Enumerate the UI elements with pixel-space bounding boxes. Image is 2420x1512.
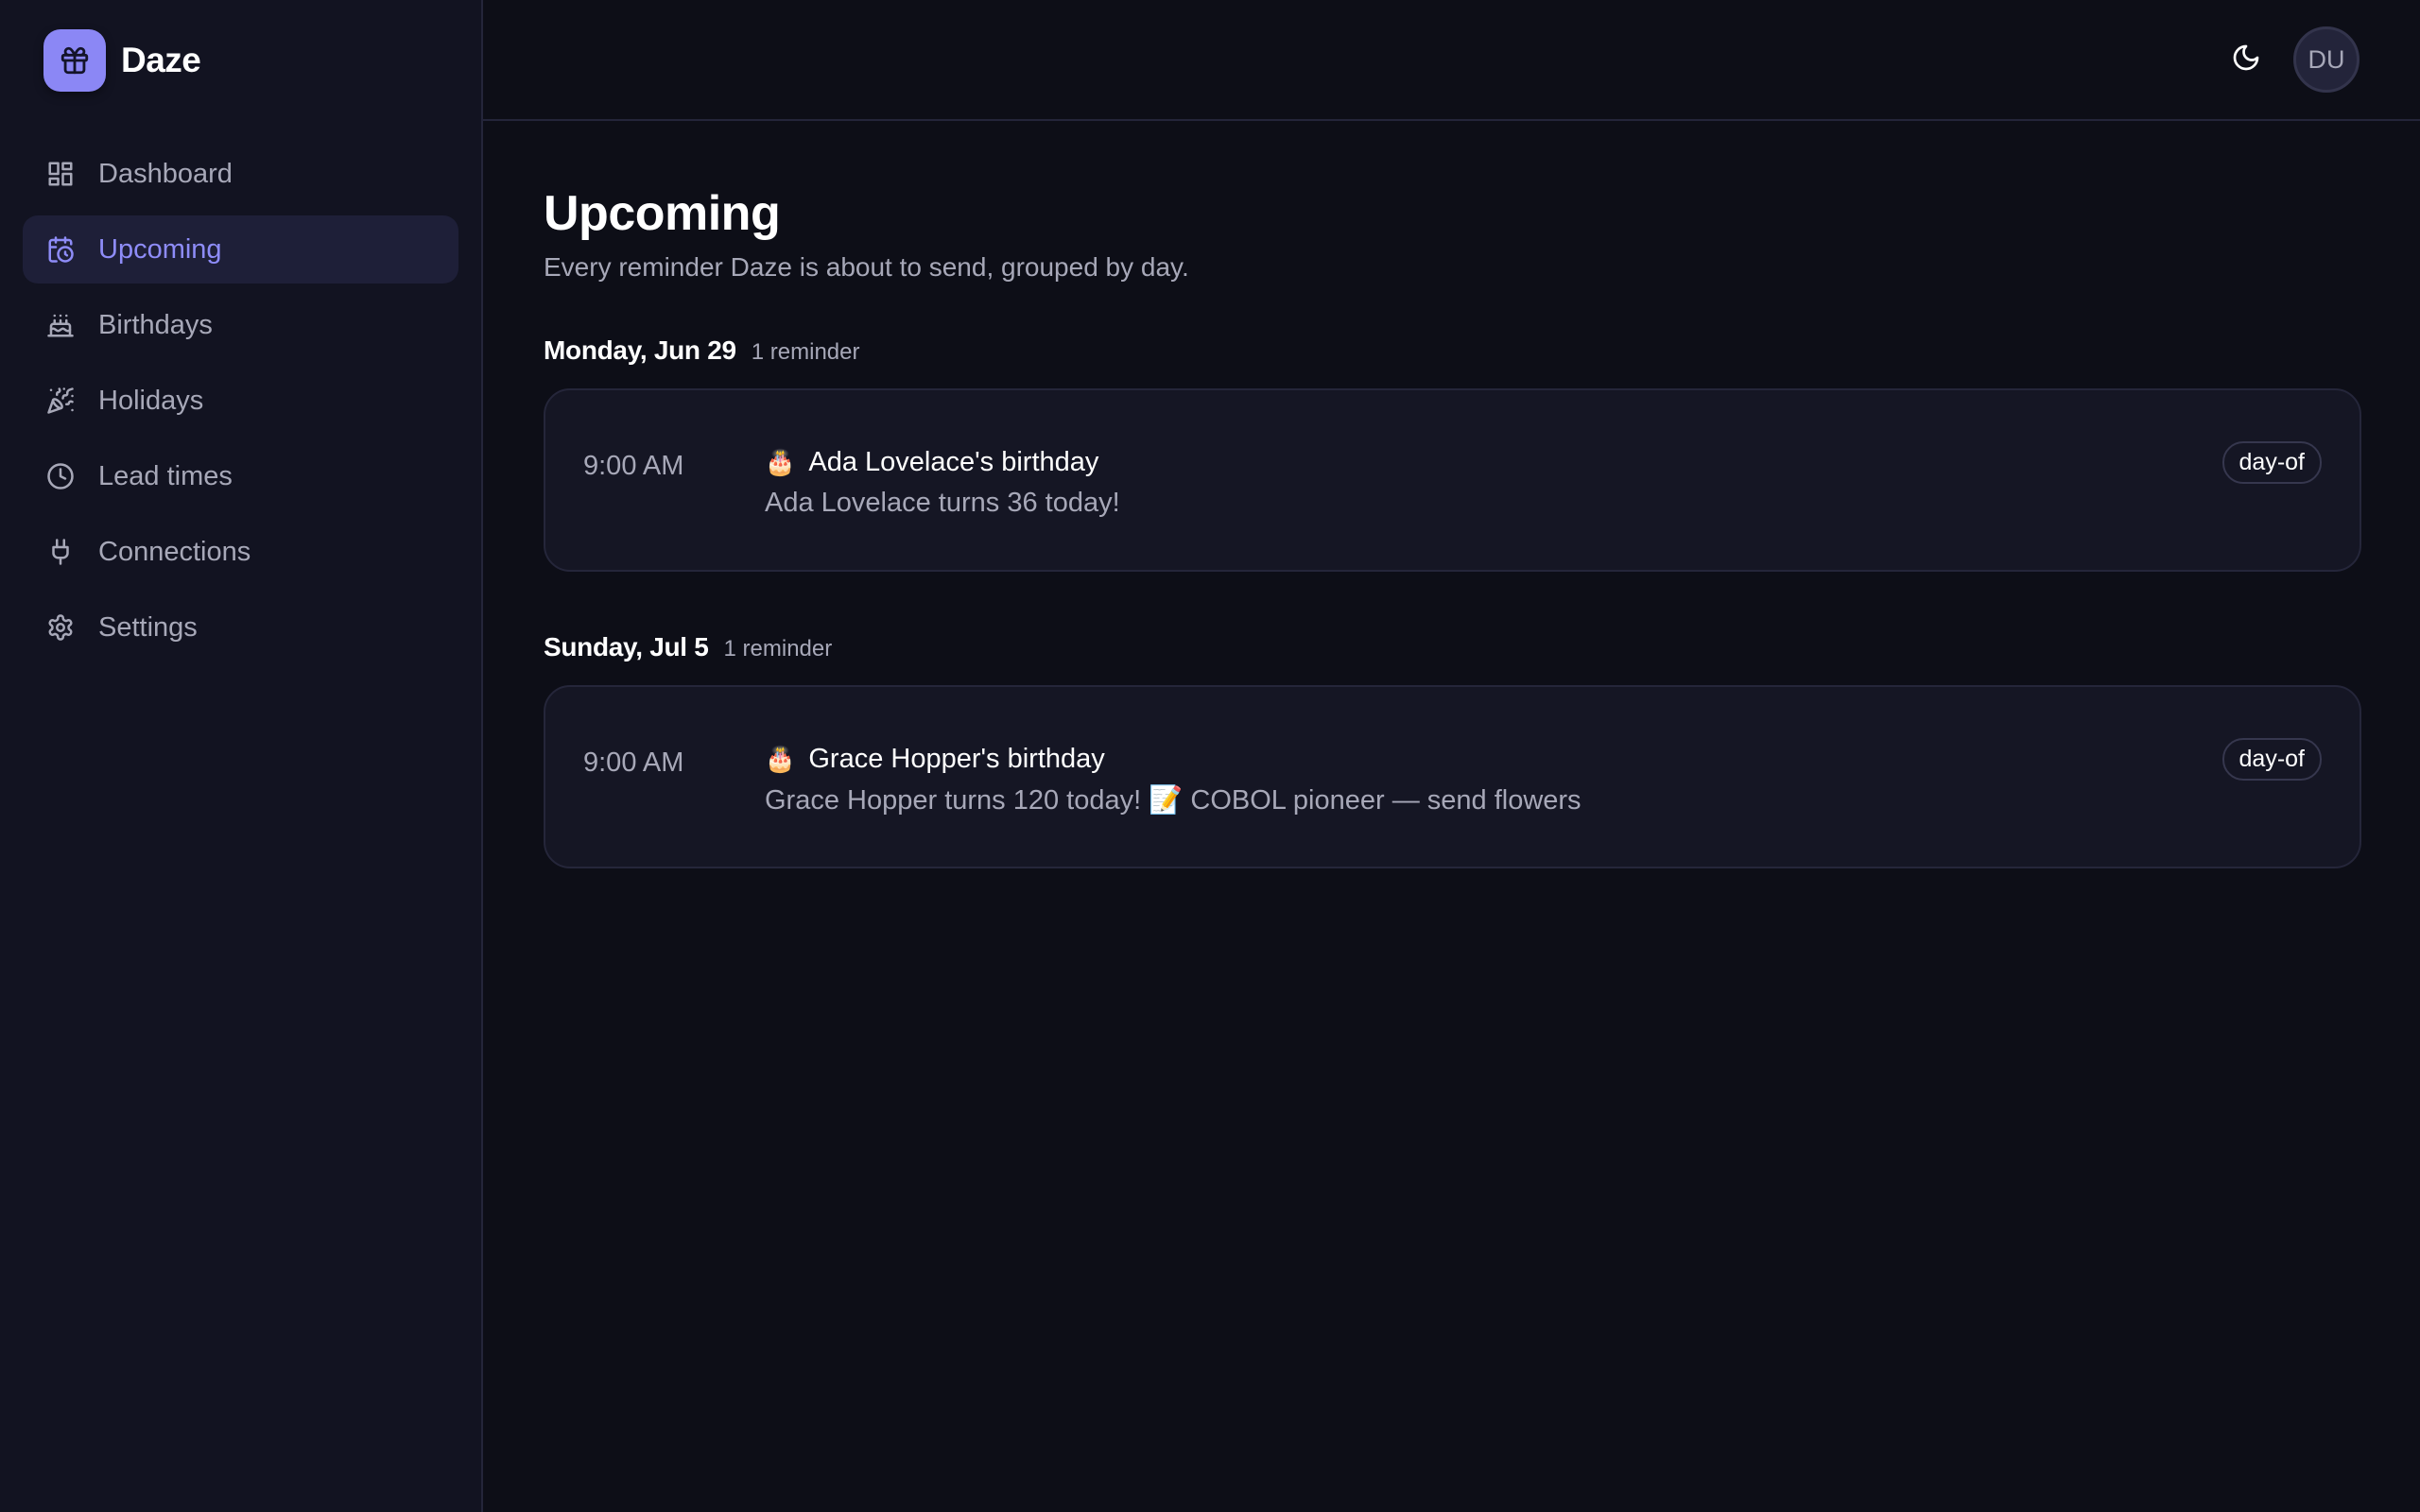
main-area: DU Upcoming Every reminder Daze is about… xyxy=(483,0,2420,1512)
sidebar-item-birthdays[interactable]: Birthdays xyxy=(23,291,458,359)
sidebar-item-settings[interactable]: Settings xyxy=(23,593,458,662)
group-header: Monday, Jun 29 1 reminder xyxy=(544,335,2361,366)
sidebar-item-connections[interactable]: Connections xyxy=(23,518,458,586)
sidebar-item-label: Dashboard xyxy=(98,158,233,189)
reminder-description: Ada Lovelace turns 36 today! xyxy=(765,488,1120,519)
reminder-title-row: 🎂 Grace Hopper's birthday xyxy=(765,744,2322,775)
reminder-card[interactable]: 9:00 AM 🎂 Ada Lovelace's birthday Ada Lo… xyxy=(544,388,2361,573)
brand[interactable]: Daze xyxy=(0,0,481,121)
sidebar-item-label: Connections xyxy=(98,536,251,567)
theme-toggle-button[interactable] xyxy=(2220,33,2273,86)
status-badge: day-of xyxy=(2221,738,2322,782)
reminder-title-row: 🎂 Ada Lovelace's birthday xyxy=(765,447,2322,478)
reminder-time: 9:00 AM xyxy=(583,451,684,482)
dashboard-icon xyxy=(45,159,76,189)
page-subtitle: Every reminder Daze is about to send, gr… xyxy=(544,252,1189,283)
reminder-card[interactable]: 9:00 AM 🎂 Grace Hopper's birthday Grace … xyxy=(544,685,2361,869)
sidebar-item-holidays[interactable]: Holidays xyxy=(23,367,458,435)
group-header: Sunday, Jul 5 1 reminder xyxy=(544,632,2361,662)
reminder-description: Grace Hopper turns 120 today! 📝 COBOL pi… xyxy=(765,785,1582,816)
group-date: Monday, Jun 29 xyxy=(544,335,736,366)
status-badge: day-of xyxy=(2221,441,2322,485)
sidebar-item-label: Birthdays xyxy=(98,309,213,340)
reminder-time: 9:00 AM xyxy=(583,747,684,779)
group-date: Sunday, Jul 5 xyxy=(544,632,709,662)
page-content: Upcoming Every reminder Daze is about to… xyxy=(483,121,2420,869)
reminder-body: 🎂 Ada Lovelace's birthday Ada Lovelace t… xyxy=(765,447,2322,519)
sidebar-item-label: Lead times xyxy=(98,460,233,491)
reminder-group: Sunday, Jul 5 1 reminder 9:00 AM 🎂 Grace… xyxy=(544,632,2361,869)
cake-icon: 🎂 xyxy=(765,745,796,774)
clock-icon xyxy=(45,461,76,491)
group-count: 1 reminder xyxy=(751,339,860,366)
sidebar-item-lead-times[interactable]: Lead times xyxy=(23,442,458,510)
cake-icon: 🎂 xyxy=(765,448,796,477)
plug-icon xyxy=(45,537,76,567)
reminder-title: Grace Hopper's birthday xyxy=(808,744,1105,775)
moon-icon xyxy=(2231,43,2261,77)
page-title: Upcoming xyxy=(544,186,781,241)
party-popper-icon xyxy=(45,386,76,416)
reminder-title: Ada Lovelace's birthday xyxy=(808,447,1099,478)
sidebar-item-dashboard[interactable]: Dashboard xyxy=(23,140,458,208)
gift-icon xyxy=(43,29,106,92)
brand-name: Daze xyxy=(121,41,201,79)
sidebar-item-upcoming[interactable]: Upcoming xyxy=(23,215,458,284)
sidebar-item-label: Upcoming xyxy=(98,233,222,265)
topbar: DU xyxy=(483,0,2420,121)
group-count: 1 reminder xyxy=(723,636,833,662)
gear-icon xyxy=(45,612,76,643)
cake-icon xyxy=(45,310,76,340)
reminder-body: 🎂 Grace Hopper's birthday Grace Hopper t… xyxy=(765,744,2322,816)
avatar[interactable]: DU xyxy=(2293,26,2360,93)
sidebar-item-label: Settings xyxy=(98,611,198,643)
app-root: Daze Dashboard Upcoming Birthdays Holida… xyxy=(0,0,2420,1512)
sidebar-item-label: Holidays xyxy=(98,385,204,416)
sidebar-nav: Dashboard Upcoming Birthdays Holidays Le… xyxy=(0,121,481,662)
calendar-clock-icon xyxy=(45,234,76,265)
reminder-group: Monday, Jun 29 1 reminder 9:00 AM 🎂 Ada … xyxy=(544,335,2361,573)
sidebar: Daze Dashboard Upcoming Birthdays Holida… xyxy=(0,0,483,1512)
